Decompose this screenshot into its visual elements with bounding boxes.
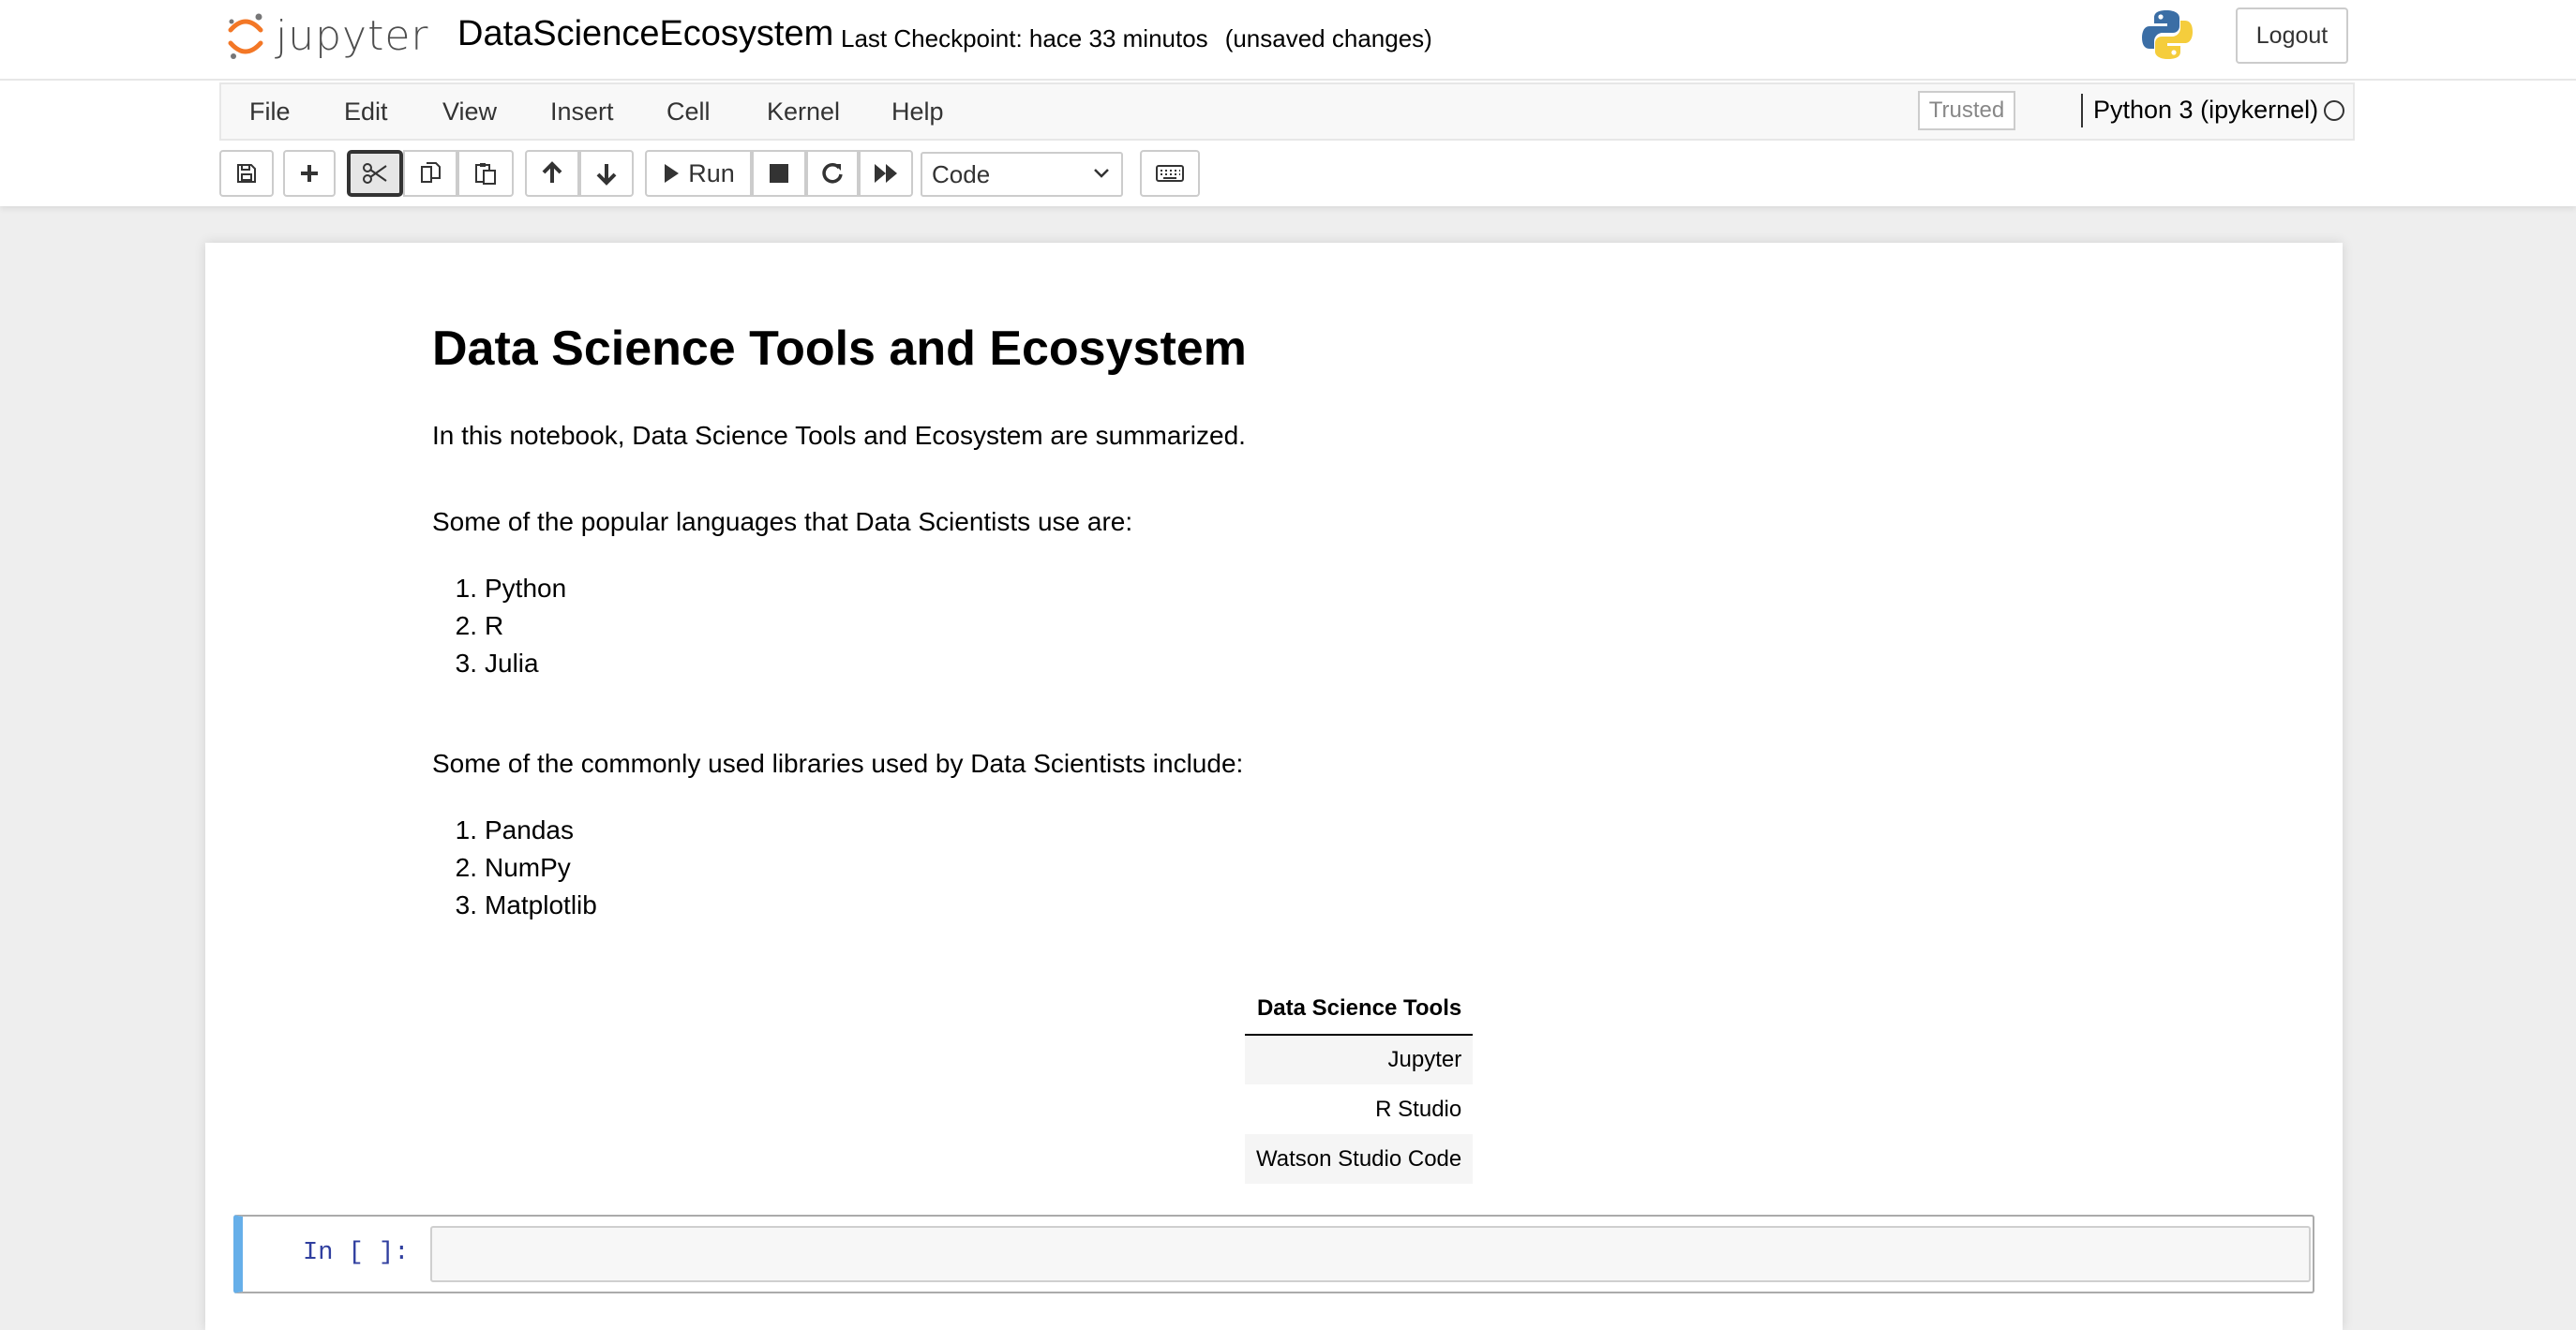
move-up-button[interactable]	[525, 150, 579, 197]
insert-cell-button[interactable]	[283, 150, 336, 197]
notebook-name[interactable]: DataScienceEcosystem	[454, 12, 837, 56]
paste-cells-button[interactable]	[457, 150, 514, 197]
checkpoint-status: Last Checkpoint: hace 33 minutos (unsaved…	[841, 24, 1432, 53]
python-logo-icon	[2142, 10, 2193, 59]
menu-insert[interactable]: Insert	[550, 97, 614, 127]
plus-icon	[301, 165, 318, 182]
cut-cells-button[interactable]	[347, 150, 403, 197]
data-science-tools-table: Data Science Tools Jupyter R Studio Wats…	[1245, 982, 1474, 1184]
cell-type-select[interactable]: Code	[921, 152, 1123, 197]
languages-list: 1. Python 2. R 3. Julia	[432, 570, 567, 682]
jupyter-logo[interactable]: jupyter	[225, 7, 429, 64]
scissors-icon	[363, 163, 387, 184]
chevron-down-icon	[1094, 169, 1109, 178]
run-label: Run	[688, 158, 735, 187]
save-icon	[237, 164, 256, 183]
copy-icon	[421, 162, 441, 183]
menu-cell[interactable]: Cell	[666, 97, 711, 127]
list-item: 3. Julia	[455, 649, 539, 678]
cell-type-value: Code	[932, 159, 991, 188]
list-item: 1. Python	[455, 574, 567, 603]
play-icon	[665, 164, 680, 183]
notebook-title-heading: Data Science Tools and Ecosystem	[432, 321, 1247, 376]
kernel-idle-indicator-icon	[2324, 100, 2344, 121]
table-row: Jupyter	[1245, 1035, 1474, 1084]
restart-run-all-button[interactable]	[859, 150, 913, 197]
move-down-button[interactable]	[579, 150, 634, 197]
unsaved-changes: (unsaved changes)	[1224, 24, 1432, 52]
jupyter-logo-text: jupyter	[276, 11, 429, 60]
table-header-row: Data Science Tools	[1245, 982, 1474, 1036]
menu-edit[interactable]: Edit	[344, 97, 388, 127]
menu-kernel[interactable]: Kernel	[767, 97, 840, 127]
paste-icon	[475, 163, 496, 185]
table-cell: R Studio	[1375, 1096, 1462, 1122]
table-row: Watson Studio Code	[1245, 1134, 1474, 1184]
copy-cells-button[interactable]	[403, 150, 457, 197]
input-prompt: In [ ]:	[303, 1239, 410, 1267]
top-bar: jupyter DataScienceEcosystem Last Checkp…	[0, 0, 2576, 81]
languages-intro: Some of the popular languages that Data …	[432, 507, 1133, 536]
menu-view[interactable]: View	[442, 97, 497, 127]
kernel-name[interactable]: Python 3 (ipykernel)	[2093, 96, 2318, 125]
table-cell: Jupyter	[1245, 1035, 1474, 1084]
table-header-cell: Data Science Tools	[1245, 982, 1474, 1036]
interrupt-kernel-button[interactable]	[752, 150, 806, 197]
header: jupyter DataScienceEcosystem Last Checkp…	[0, 0, 2576, 206]
notebook-container: Data Science Tools and Ecosystem In this…	[205, 243, 2343, 1330]
list-item: 1. Pandas	[455, 815, 574, 844]
list-item: 3. Matplotlib	[455, 890, 597, 919]
libraries-list: 1. Pandas 2. NumPy 3. Matplotlib	[432, 812, 597, 924]
checkpoint-text: Last Checkpoint: hace 33 minutos	[841, 24, 1208, 52]
restart-icon	[822, 163, 843, 184]
arrow-down-icon	[596, 164, 617, 186]
table-cell: Watson Studio Code	[1245, 1134, 1474, 1184]
code-cell-selected[interactable]: In [ ]:	[233, 1215, 2314, 1293]
menu-file[interactable]: File	[249, 97, 291, 127]
stop-icon	[770, 164, 788, 183]
table-row: R Studio	[1245, 1084, 1473, 1134]
fast-forward-icon	[875, 164, 897, 183]
list-item: 2. NumPy	[455, 853, 571, 882]
arrow-up-icon	[542, 161, 562, 183]
list-item: 2. R	[455, 611, 504, 640]
menu-help[interactable]: Help	[891, 97, 944, 127]
menubar: File Edit View Insert Cell Kernel Help	[219, 82, 2355, 141]
jupyter-mark-icon	[228, 13, 263, 59]
libraries-intro: Some of the commonly used libraries used…	[432, 749, 1244, 778]
trusted-indicator[interactable]: Trusted	[1918, 91, 2015, 130]
logout-button[interactable]: Logout	[2236, 7, 2348, 64]
run-button[interactable]: Run	[645, 150, 752, 197]
keyboard-icon	[1156, 165, 1184, 182]
save-button[interactable]	[219, 150, 274, 197]
kernel-separator	[2081, 94, 2083, 127]
code-input-area[interactable]	[430, 1226, 2311, 1282]
restart-kernel-button[interactable]	[806, 150, 859, 197]
intro-paragraph: In this notebook, Data Science Tools and…	[432, 421, 1246, 450]
command-palette-button[interactable]	[1140, 150, 1200, 197]
